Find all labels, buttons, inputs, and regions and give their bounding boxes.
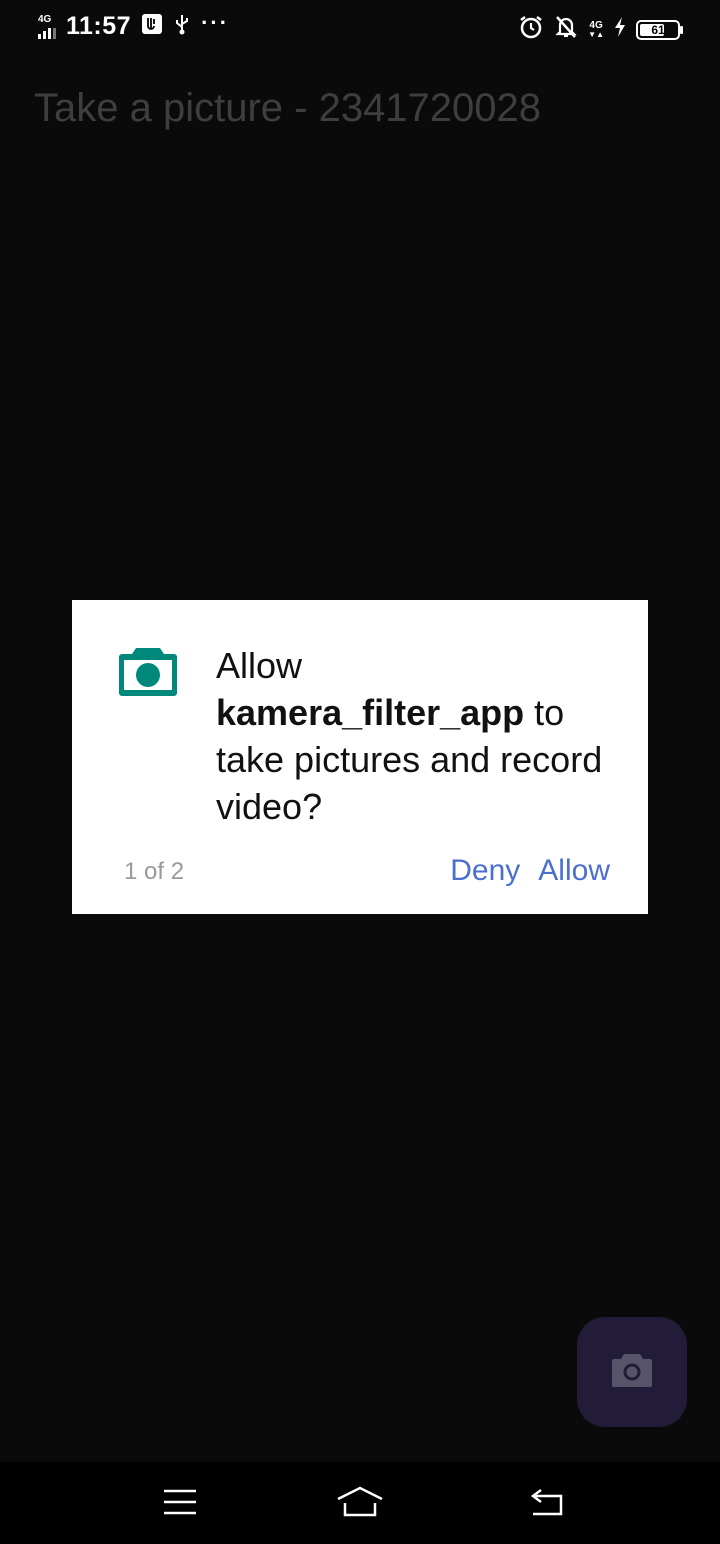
silent-icon [554, 14, 578, 45]
deny-button[interactable]: Deny [450, 854, 520, 888]
dialog-message-prefix: Allow [216, 645, 303, 686]
status-bar-left: 4G 11:57 ··· [38, 9, 230, 41]
more-notifications-icon: ··· [201, 9, 230, 35]
dialog-counter: 1 of 2 [124, 858, 185, 885]
allow-button[interactable]: Allow [538, 854, 610, 888]
battery-level: 61 [651, 22, 665, 37]
status-bar-right: 4G ▼▲ 61 [518, 14, 683, 45]
charging-icon [614, 16, 626, 43]
camera-icon [611, 1352, 653, 1393]
signal-4g-icon: 4G ▼▲ [588, 19, 604, 39]
network-type-label: 4G [38, 13, 52, 25]
permission-dialog: Allow kamera_filter_app to take pictures… [72, 600, 648, 914]
camera-icon [118, 646, 178, 698]
dialog-actions: Deny Allow [450, 854, 610, 888]
page-title: Take a picture - 2341720028 [34, 86, 542, 130]
dialog-message: Allow kamera_filter_app to take pictures… [216, 642, 616, 830]
back-icon[interactable] [524, 1482, 574, 1522]
alarm-icon [518, 14, 544, 45]
clock: 11:57 [66, 12, 132, 40]
signal-icon: 4G [38, 13, 56, 39]
dialog-app-name: kamera_filter_app [216, 692, 525, 733]
menu-icon[interactable] [155, 1482, 205, 1522]
status-bar: 4G 11:57 ··· 4G ▼▲ 61 [0, 0, 720, 58]
navigation-bar [0, 1462, 720, 1544]
battery-icon: 61 [636, 19, 683, 40]
usb-debug-icon [141, 13, 163, 40]
usb-icon [173, 13, 191, 40]
take-picture-button[interactable] [577, 1317, 687, 1427]
home-icon[interactable] [335, 1482, 385, 1522]
